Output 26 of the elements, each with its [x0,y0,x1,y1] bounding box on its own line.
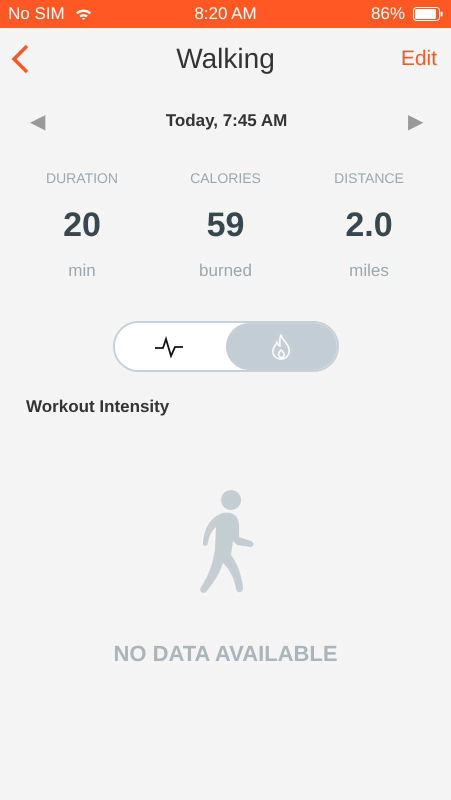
empty-message: NO DATA AVAILABLE [113,641,338,667]
stat-label: DISTANCE [334,170,404,186]
stat-unit: burned [199,261,252,281]
toggle-segment[interactable] [226,323,336,370]
previous-button[interactable]: ◀ [30,108,45,134]
back-icon [10,44,30,74]
stat-value: 2.0 [345,206,393,245]
stat-value: 20 [63,206,101,245]
screen-title: Walking [176,43,275,75]
stat-label: DURATION [46,170,118,186]
stat-unit: min [68,261,96,281]
back-button[interactable] [10,44,30,74]
stat-label: CALORIES [190,170,261,186]
carrier-text: No SIM [8,4,65,24]
date-label: Today, 7:45 AM [166,111,288,131]
stat-value: 59 [206,206,244,245]
next-button[interactable]: ▶ [408,108,423,134]
time-text: 8:20 AM [194,4,257,24]
section-title: Workout Intensity [26,397,170,417]
wifi-icon [74,8,92,20]
pulse-icon [154,336,186,358]
battery-text: 86% [370,4,405,24]
battery-icon [413,7,443,21]
flame-icon [270,334,292,360]
edit-button[interactable]: Edit [400,47,437,71]
stat-unit: miles [349,261,389,281]
